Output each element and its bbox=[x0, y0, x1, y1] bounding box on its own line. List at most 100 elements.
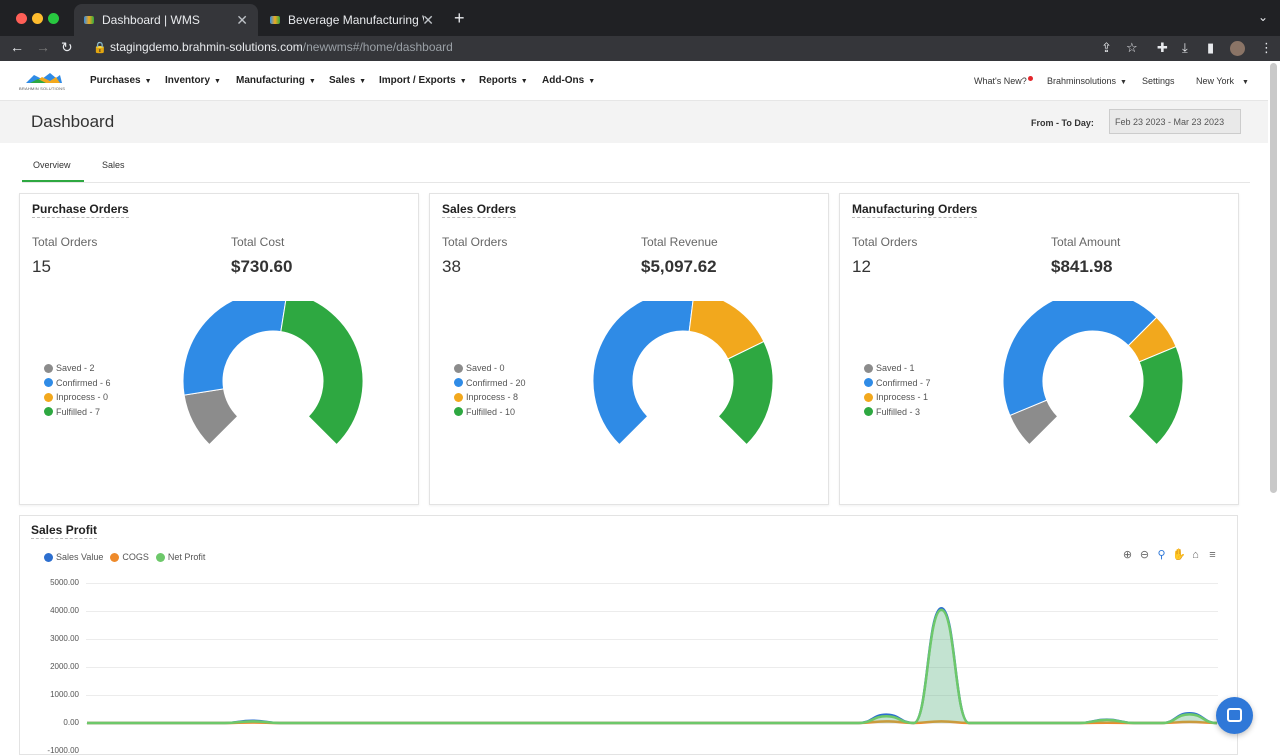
home-icon[interactable]: ⌂ bbox=[1189, 549, 1202, 562]
legend-item-fulfilled[interactable]: Fulfilled - 10 bbox=[454, 405, 526, 420]
series-line-sales-value[interactable] bbox=[86, 606, 1218, 725]
chat-launcher-button[interactable] bbox=[1216, 697, 1253, 734]
legend-item-fulfilled[interactable]: Fulfilled - 7 bbox=[44, 405, 111, 420]
legend-item-saved[interactable]: Saved - 1 bbox=[864, 361, 931, 376]
close-tab-icon[interactable]: ✕ bbox=[422, 12, 434, 29]
legend-item-fulfilled[interactable]: Fulfilled - 3 bbox=[864, 405, 931, 420]
forward-icon[interactable]: → bbox=[36, 39, 50, 55]
zoom-in-icon[interactable]: ⊕ bbox=[1121, 549, 1134, 562]
legend-item-sales-value[interactable]: Sales Value bbox=[44, 552, 103, 562]
legend-item-cogs[interactable]: COGS bbox=[110, 552, 149, 562]
nav-purchases[interactable]: Purchases ▼ bbox=[90, 75, 152, 86]
legend-label: Fulfilled - 7 bbox=[56, 406, 101, 417]
legend-dot bbox=[155, 552, 165, 562]
nav-import-exports[interactable]: Import / Exports ▼ bbox=[379, 75, 467, 86]
donut-segment-saved[interactable] bbox=[183, 388, 239, 446]
legend-label: Confirmed - 20 bbox=[466, 377, 526, 388]
tab-title: Beverage Manufacturing Workf bbox=[288, 13, 424, 27]
stat-value: 12 bbox=[852, 257, 871, 276]
date-range-picker[interactable]: Feb 23 2023 - Mar 23 2023 bbox=[1109, 109, 1241, 134]
close-window-button[interactable] bbox=[16, 13, 27, 24]
settings-link[interactable]: Settings bbox=[1142, 76, 1175, 86]
lock-icon: 🔒 bbox=[93, 42, 107, 54]
chart-legend: Sales Value COGS Net Profit bbox=[44, 552, 212, 562]
nav-add-ons[interactable]: Add-Ons ▼ bbox=[542, 75, 595, 86]
browser-tab-beverage[interactable]: Beverage Manufacturing Workf ✕ bbox=[260, 4, 444, 36]
location-menu[interactable]: New York ▼ bbox=[1196, 76, 1249, 86]
account-menu[interactable]: Brahminsolutions ▼ bbox=[1047, 76, 1127, 86]
legend-item-inprocess[interactable]: Inprocess - 0 bbox=[44, 390, 111, 405]
legend-label: Confirmed - 6 bbox=[56, 377, 111, 388]
series-line-net-profit[interactable] bbox=[86, 608, 1218, 725]
nav-label: Add-Ons bbox=[542, 75, 585, 86]
brahmin-logo[interactable] bbox=[20, 69, 68, 95]
y-tick-label: 5000.00 bbox=[50, 578, 79, 587]
share-icon[interactable]: ⇪ bbox=[1101, 40, 1112, 56]
page-scrollbar[interactable] bbox=[1270, 63, 1277, 493]
legend-item-inprocess[interactable]: Inprocess - 1 bbox=[864, 390, 931, 405]
legend-item-inprocess[interactable]: Inprocess - 8 bbox=[454, 390, 526, 405]
zoom-window-button[interactable] bbox=[48, 13, 59, 24]
sidepanel-icon[interactable]: ▮ bbox=[1207, 40, 1214, 56]
browser-tab-dashboard[interactable]: Dashboard | WMS ✕ bbox=[74, 4, 258, 36]
browser-toolbar: ← → ↻ 🔒 stagingdemo.brahmin-solutions.co… bbox=[0, 36, 1280, 61]
profile-avatar[interactable] bbox=[1230, 41, 1245, 56]
menu-icon[interactable]: ≡ bbox=[1206, 549, 1219, 562]
back-icon[interactable]: ← bbox=[10, 39, 24, 55]
url-path: /newwms#/home/dashboard bbox=[302, 40, 453, 54]
zoom-out-icon[interactable]: ⊖ bbox=[1138, 549, 1151, 562]
tab-search-icon[interactable]: ⌄ bbox=[1258, 10, 1268, 24]
favicon-icon bbox=[84, 16, 94, 24]
reload-icon[interactable]: ↻ bbox=[61, 39, 73, 56]
donut-segment-confirmed[interactable] bbox=[182, 301, 287, 396]
nav-manufacturing[interactable]: Manufacturing ▼ bbox=[236, 75, 316, 86]
purchase-orders-donut bbox=[182, 301, 364, 446]
browser-menu-icon[interactable]: ⋮ bbox=[1260, 40, 1273, 56]
donut-segment-confirmed[interactable] bbox=[592, 301, 694, 446]
nav-reports[interactable]: Reports ▼ bbox=[479, 75, 528, 86]
bookmark-star-icon[interactable]: ☆ bbox=[1126, 40, 1138, 56]
tab-overview[interactable]: Overview bbox=[33, 160, 71, 170]
legend-dot bbox=[454, 378, 463, 388]
legend-label: Saved - 0 bbox=[466, 363, 505, 374]
minimize-window-button[interactable] bbox=[32, 13, 43, 24]
donut-segment-fulfilled[interactable] bbox=[1127, 345, 1184, 446]
legend-label: Net Profit bbox=[167, 552, 206, 562]
nav-label: Import / Exports bbox=[379, 75, 456, 86]
stat-label: Total Orders bbox=[442, 235, 508, 249]
nav-label: Inventory bbox=[165, 75, 211, 86]
legend-item-saved[interactable]: Saved - 2 bbox=[44, 361, 111, 376]
address-bar[interactable]: stagingdemo.brahmin-solutions.com/newwms… bbox=[110, 40, 453, 54]
close-tab-icon[interactable]: ✕ bbox=[236, 12, 248, 29]
donut-legend: Saved - 0 Confirmed - 20 Inprocess - 8 F… bbox=[454, 361, 526, 419]
legend-item-saved[interactable]: Saved - 0 bbox=[454, 361, 526, 376]
donut-segment-confirmed[interactable] bbox=[1002, 301, 1158, 417]
legend-dot bbox=[454, 392, 463, 402]
zoom-select-icon[interactable]: ⚲ bbox=[1155, 549, 1168, 562]
legend-item-net-profit[interactable]: Net Profit bbox=[155, 552, 206, 562]
legend-dot bbox=[454, 363, 463, 373]
whats-new-link[interactable]: What's New? bbox=[974, 76, 1027, 86]
sales-profit-plot bbox=[86, 606, 1218, 725]
stat-label: Total Revenue bbox=[641, 235, 718, 249]
tab-sales[interactable]: Sales bbox=[102, 160, 125, 170]
donut-legend: Saved - 1 Confirmed - 7 Inprocess - 1 Fu… bbox=[864, 361, 931, 419]
pan-icon[interactable]: ✋ bbox=[1172, 549, 1186, 562]
nav-sales[interactable]: Sales ▼ bbox=[329, 75, 366, 86]
download-icon[interactable]: ⤓ bbox=[1182, 40, 1188, 56]
legend-dot bbox=[110, 552, 120, 562]
extensions-icon[interactable]: ✚ bbox=[1157, 40, 1168, 56]
manufacturing-orders-card: Manufacturing Orders Total Orders 12 Tot… bbox=[839, 193, 1239, 505]
legend-item-confirmed[interactable]: Confirmed - 20 bbox=[454, 376, 526, 391]
nav-label: Sales bbox=[329, 75, 356, 86]
legend-item-confirmed[interactable]: Confirmed - 7 bbox=[864, 376, 931, 391]
location-label: New York bbox=[1196, 76, 1235, 86]
new-tab-icon[interactable]: + bbox=[454, 8, 465, 29]
nav-inventory[interactable]: Inventory ▼ bbox=[165, 75, 221, 86]
legend-label: COGS bbox=[122, 552, 149, 562]
donut-segment-fulfilled[interactable] bbox=[280, 301, 364, 446]
legend-item-confirmed[interactable]: Confirmed - 6 bbox=[44, 376, 111, 391]
y-tick-label: 0.00 bbox=[63, 718, 79, 727]
legend-dot bbox=[864, 392, 873, 402]
card-title: Manufacturing Orders bbox=[852, 202, 978, 218]
